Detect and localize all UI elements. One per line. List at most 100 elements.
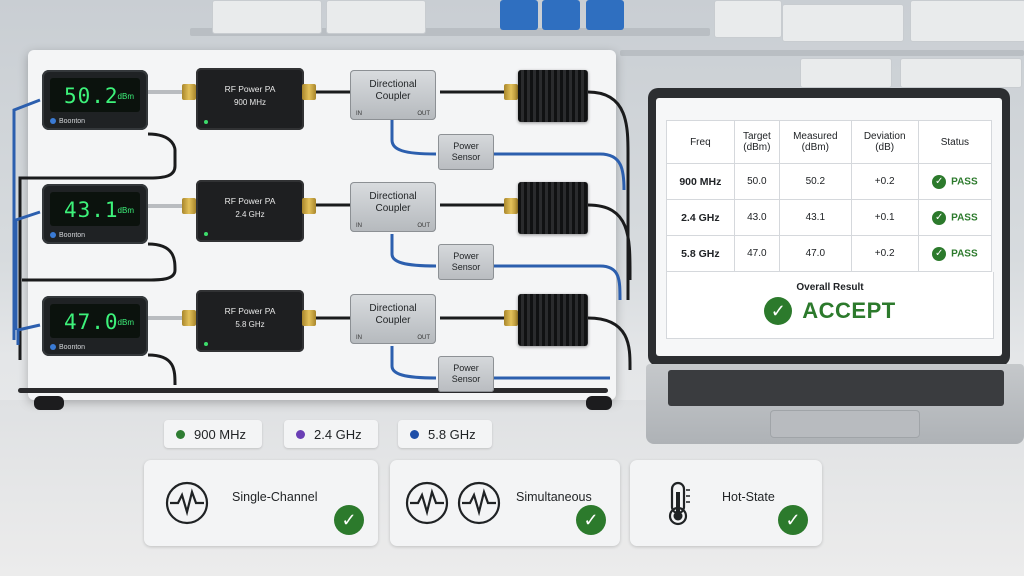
sma-connector	[504, 310, 518, 326]
mode-card-single-channel: Single-Channel ✓	[144, 460, 378, 546]
cell-freq: 5.8 GHz	[666, 235, 735, 272]
meter-brand: Boonton	[50, 344, 85, 351]
sma-connector	[182, 84, 196, 100]
table-row: 900 MHz 50.0 50.2 +0.2 ✓ PASS	[666, 163, 993, 200]
cell-freq: 2.4 GHz	[666, 199, 735, 236]
meter-brand: Boonton	[50, 232, 85, 239]
power-meter-2_4ghz: 43.1 dBm Boonton	[42, 184, 148, 244]
laptop-touchpad	[770, 410, 920, 438]
background-instrument	[782, 4, 904, 42]
power-sensor-5_8ghz: Power Sensor	[438, 356, 494, 392]
waveform-icon	[165, 481, 209, 525]
power-amplifier-2_4ghz: RF Power PA 2.4 GHz	[196, 180, 304, 242]
waveform-icon	[457, 481, 501, 525]
background-instrument	[326, 0, 426, 34]
amp-title: RF Power PA	[224, 84, 276, 94]
background-instrument	[212, 0, 322, 34]
background-instrument	[714, 0, 782, 38]
meter-reading: 50.2	[64, 84, 119, 108]
cell-status: ✓ PASS	[917, 199, 993, 236]
thermometer-icon	[668, 481, 690, 526]
meter-reading: 43.1	[64, 198, 119, 222]
overall-result-label: Overall Result	[796, 282, 864, 293]
coupler-label-1: Directional	[369, 79, 417, 90]
sma-connector	[504, 198, 518, 214]
sma-connector	[302, 84, 316, 100]
cell-target: 43.0	[733, 199, 781, 236]
board-foot	[586, 396, 612, 410]
sensor-label-1: Power	[453, 363, 479, 373]
waveform-icon	[405, 481, 449, 525]
cable-rail	[18, 388, 608, 393]
cell-target: 50.0	[733, 163, 781, 200]
coupler-label-2: Coupler	[375, 315, 411, 326]
legend-dot-icon	[176, 429, 185, 439]
amp-frequency: 5.8 GHz	[235, 320, 265, 329]
cell-deviation: +0.1	[850, 199, 919, 236]
cell-freq: 900 MHz	[666, 163, 735, 200]
sma-connector	[302, 310, 316, 326]
mode-card-simultaneous: Simultaneous ✓	[390, 460, 620, 546]
coupler-label-2: Coupler	[375, 91, 411, 102]
amp-frequency: 900 MHz	[233, 98, 266, 107]
power-meter-900mhz: 50.2 dBm Boonton	[42, 70, 148, 130]
mode-label: Simultaneous	[516, 490, 592, 504]
table-header-row: Freq Target (dBm) Measured (dBm) Deviati…	[666, 120, 993, 164]
overall-result-panel: Overall Result ✓ ACCEPT	[666, 272, 994, 339]
power-sensor-2_4ghz: Power Sensor	[438, 244, 494, 280]
cell-measured: 47.0	[779, 235, 852, 272]
legend-dot-icon	[410, 429, 419, 439]
meter-unit: dBm	[117, 206, 134, 215]
status-text: PASS	[951, 176, 978, 187]
coupler-label-2: Coupler	[375, 203, 411, 214]
legend-2_4ghz: 2.4 GHz	[284, 420, 378, 448]
legend-label: 900 MHz	[194, 426, 247, 442]
port-out-label: OUT	[417, 111, 430, 117]
sensor-label-2: Sensor	[451, 374, 481, 384]
meter-unit: dBm	[117, 92, 134, 101]
amp-title: RF Power PA	[224, 196, 276, 206]
laptop-keyboard	[668, 370, 1004, 406]
meter-display: 47.0 dBm	[50, 304, 140, 338]
port-in-label: IN	[356, 223, 362, 229]
check-circle-icon: ✓	[764, 297, 793, 325]
directional-coupler-5_8ghz: Directional Coupler IN OUT	[350, 294, 436, 344]
check-circle-icon: ✓	[778, 505, 808, 535]
cell-target: 47.0	[733, 235, 781, 272]
overall-result-value: ACCEPT	[802, 298, 896, 323]
status-led	[204, 120, 208, 124]
sensor-label-2: Sensor	[451, 262, 481, 272]
table-row: 5.8 GHz 47.0 47.0 +0.2 ✓ PASS	[666, 235, 993, 272]
meter-display: 43.1 dBm	[50, 192, 140, 226]
brand-logo-icon	[50, 344, 56, 351]
brand-logo-icon	[50, 118, 56, 125]
results-table: Freq Target (dBm) Measured (dBm) Deviati…	[666, 120, 993, 272]
background-instrument	[800, 58, 892, 88]
power-sensor-900mhz: Power Sensor	[438, 134, 494, 170]
power-meter-5_8ghz: 47.0 dBm Boonton	[42, 296, 148, 356]
rf-load-900mhz	[518, 70, 588, 122]
amp-title: RF Power PA	[224, 306, 276, 316]
check-icon: ✓	[932, 174, 947, 189]
power-amplifier-900mhz: RF Power PA 900 MHz	[196, 68, 304, 130]
port-in-label: IN	[356, 335, 362, 341]
col-header-measured: Measured (dBm)	[779, 120, 852, 164]
overall-result-row: ✓ ACCEPT	[667, 297, 993, 325]
port-out-label: OUT	[417, 335, 430, 341]
cell-deviation: +0.2	[850, 235, 919, 272]
meter-display: 50.2 dBm	[50, 78, 140, 112]
cell-measured: 43.1	[779, 199, 852, 236]
legend-5_8ghz: 5.8 GHz	[398, 420, 492, 448]
mode-card-hot-state: Hot-State ✓	[630, 460, 822, 546]
legend-label: 2.4 GHz	[314, 426, 362, 442]
status-led	[204, 342, 208, 346]
cell-status: ✓ PASS	[917, 163, 993, 200]
cell-measured: 50.2	[779, 163, 852, 200]
power-amplifier-5_8ghz: RF Power PA 5.8 GHz	[196, 290, 304, 352]
mode-label: Single-Channel	[232, 490, 318, 504]
status-text: PASS	[951, 212, 978, 223]
col-header-target: Target (dBm)	[733, 120, 781, 164]
sensor-label-1: Power	[453, 251, 479, 261]
coupler-label-1: Directional	[369, 303, 417, 314]
table-row: 2.4 GHz 43.0 43.1 +0.1 ✓ PASS	[666, 199, 993, 236]
